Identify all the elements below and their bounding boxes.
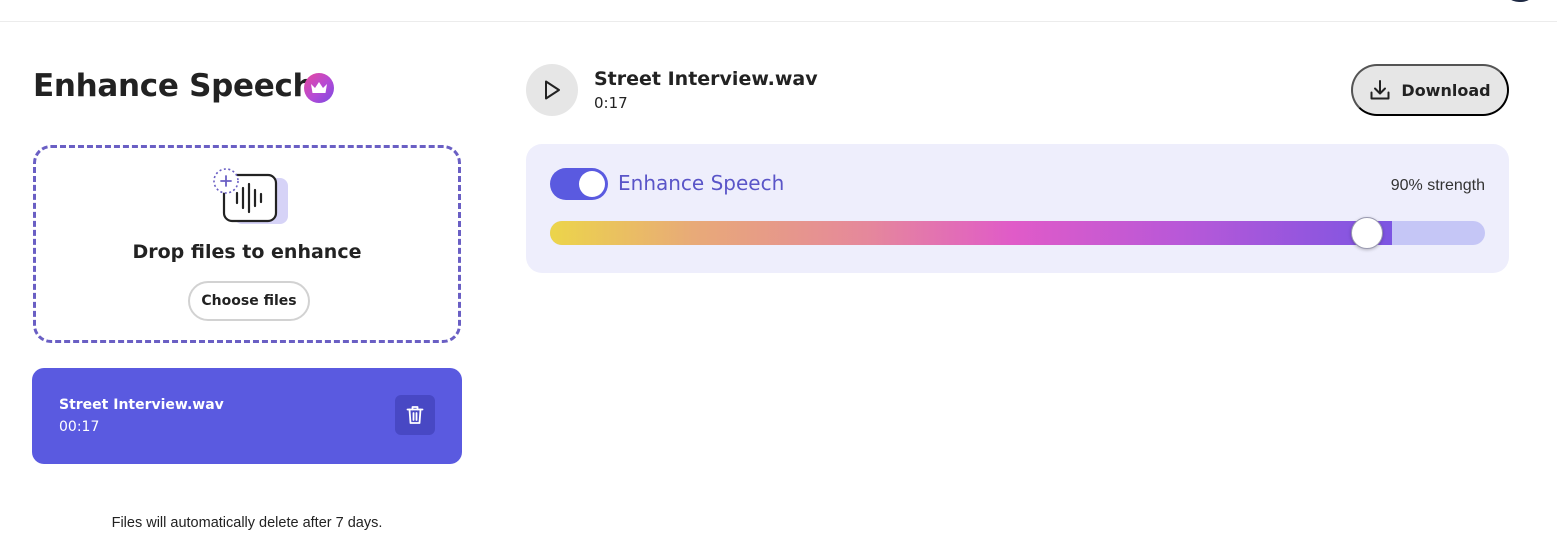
- drop-zone[interactable]: Drop files to enhance Choose files: [33, 145, 461, 343]
- choose-files-button[interactable]: Choose files: [188, 281, 310, 321]
- crown-icon: [304, 73, 334, 103]
- file-name: Street Interview.wav: [59, 397, 224, 413]
- download-icon: [1370, 80, 1390, 100]
- enhance-speech-toggle[interactable]: [550, 168, 608, 200]
- toggle-knob: [579, 171, 605, 197]
- auto-delete-notice: Files will automatically delete after 7 …: [111, 515, 383, 531]
- enhance-speech-label: Enhance Speech: [618, 171, 785, 195]
- enhance-settings-panel: Enhance Speech 90% strength: [526, 144, 1509, 273]
- download-label: Download: [1401, 80, 1491, 100]
- page-title: Enhance Speech: [33, 68, 315, 104]
- delete-file-button[interactable]: [395, 395, 435, 435]
- top-bar: [0, 0, 1557, 22]
- track-title: Street Interview.wav: [594, 68, 818, 90]
- trash-icon: [406, 406, 424, 424]
- play-icon: [545, 80, 560, 100]
- play-button[interactable]: [526, 64, 578, 116]
- drop-files-text: Drop files to enhance: [132, 241, 362, 263]
- track-duration: 0:17: [594, 94, 628, 112]
- strength-value-label: 90% strength: [1390, 177, 1485, 194]
- strength-slider-fill: [550, 221, 1392, 245]
- avatar[interactable]: [1503, 0, 1537, 2]
- strength-slider-thumb[interactable]: [1351, 217, 1383, 249]
- file-duration: 00:17: [59, 419, 100, 435]
- audio-file-add-icon: [213, 168, 288, 224]
- strength-slider-track[interactable]: [550, 221, 1485, 245]
- file-list-item[interactable]: Street Interview.wav 00:17: [32, 368, 462, 464]
- download-button[interactable]: Download: [1351, 64, 1509, 116]
